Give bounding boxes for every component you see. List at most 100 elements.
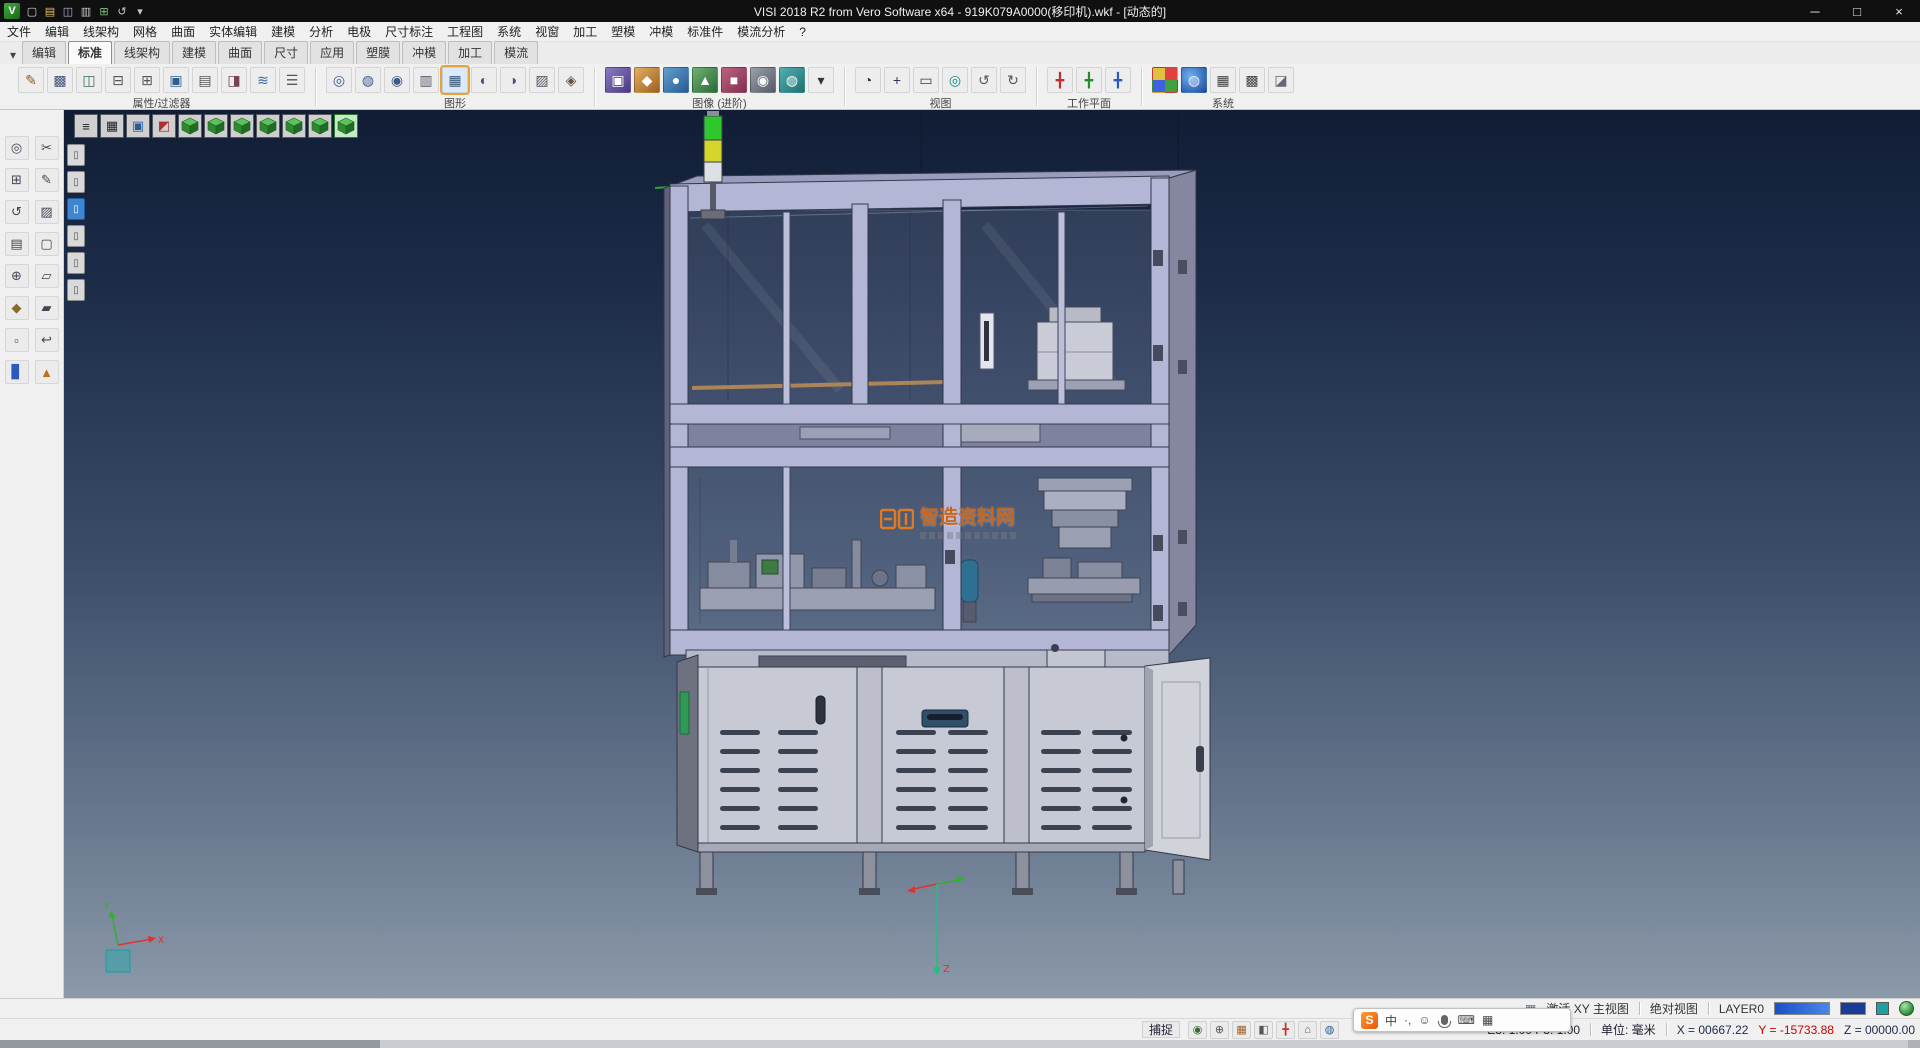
titlebar-quick-icon[interactable]: ▢ [23,5,41,18]
ribbon-tool-icon[interactable]: ▭ [913,67,939,93]
ribbon-tab[interactable]: 曲面 [218,41,262,64]
left-tool-icon[interactable]: ✂ [35,136,59,160]
iso-view-cube-button[interactable] [334,114,358,138]
ribbon-tool-icon[interactable]: ▲ [692,67,718,93]
menu-item[interactable]: 分析 [302,23,340,40]
ribbon-tab[interactable]: 标准 [68,41,112,64]
menu-item[interactable]: 建模 [264,23,302,40]
ribbon-tool-icon[interactable]: ◍ [779,67,805,93]
left-tool-icon[interactable]: ◆ [5,296,29,320]
ribbon-tab[interactable]: 塑膜 [356,41,400,64]
titlebar-quick-icon[interactable]: ⊞ [95,5,113,18]
tab-dropdown-caret-icon[interactable]: ▾ [4,48,22,64]
view-tool-button[interactable]: ▣ [126,114,150,138]
menu-item[interactable]: 电极 [340,23,378,40]
ribbon-tab[interactable]: 编辑 [22,41,66,64]
ribbon-tool-icon[interactable]: ▣ [163,67,189,93]
ribbon-tool-icon[interactable]: ✎ [18,67,44,93]
ribbon-tool-icon[interactable]: ⊞ [134,67,160,93]
iso-view-cube-button[interactable] [256,114,280,138]
ribbon-tool-icon[interactable]: ● [663,67,689,93]
ribbon-tool-icon[interactable]: ≋ [250,67,276,93]
ribbon-tab[interactable]: 尺寸 [264,41,308,64]
titlebar-quick-icon[interactable]: ▾ [131,5,149,18]
ribbon-tool-icon[interactable]: ▩ [47,67,73,93]
current-color-swatch[interactable] [1774,1002,1830,1015]
ribbon-tool-icon[interactable]: ▦ [1210,67,1236,93]
left-tool-icon[interactable]: ↩ [35,328,59,352]
ribbon-tool-icon[interactable]: ◨ [221,67,247,93]
menu-item[interactable]: 文件 [0,23,38,40]
left-tool-icon[interactable]: ↺ [5,200,29,224]
clipboard-mini-button[interactable]: ▯ [67,198,85,220]
menu-item[interactable]: ? [792,25,813,39]
ribbon-tool-icon[interactable]: ╋ [1047,67,1073,93]
viewport-3d[interactable]: ≡▦▣◩ ▯▯▯▯▯▯ [64,110,1920,998]
ribbon-tool-icon[interactable]: + [884,67,910,93]
maximize-button[interactable]: □ [1836,0,1878,22]
menu-item[interactable]: 编辑 [38,23,76,40]
open-door[interactable] [1145,658,1210,894]
ribbon-tool-icon[interactable]: ◍ [355,67,381,93]
base-cabinet[interactable] [677,644,1169,895]
menu-item[interactable]: 线架构 [76,23,126,40]
clipboard-mini-button[interactable]: ▯ [67,171,85,193]
status-icon[interactable]: ⊕ [1210,1021,1229,1039]
left-tool-icon[interactable]: ▰ [35,296,59,320]
layer-status[interactable]: LAYER0 [1719,1002,1764,1016]
status-icon[interactable]: ▦ [1232,1021,1251,1039]
view-tool-button[interactable]: ▦ [100,114,124,138]
view-mode-status[interactable]: 绝对视图 [1650,1000,1698,1017]
status-icon[interactable]: ◍ [1320,1021,1339,1039]
ribbon-tab[interactable]: 冲模 [402,41,446,64]
menu-item[interactable]: 实体编辑 [202,23,264,40]
view-tool-button[interactable]: ◩ [152,114,176,138]
menu-item[interactable]: 塑模 [604,23,642,40]
ribbon-tool-icon[interactable]: ◑ [500,67,526,93]
ribbon-tool-icon[interactable]: ◪ [1268,67,1294,93]
ribbon-tool-icon[interactable]: ◍ [1181,67,1207,93]
color-chip[interactable] [1876,1002,1889,1015]
left-tool-icon[interactable]: ✎ [35,168,59,192]
ribbon-tool-icon[interactable]: ▨ [529,67,555,93]
titlebar-quick-icon[interactable]: ◫ [59,5,77,18]
ribbon-tab[interactable]: 建模 [172,41,216,64]
ribbon-tool-icon[interactable]: ◐ [471,67,497,93]
keyboard-icon[interactable]: ⌨ [1458,1013,1475,1027]
ime-lang-toggle[interactable]: 中 [1385,1012,1397,1029]
minimize-button[interactable]: ─ [1794,0,1836,22]
left-tool-icon[interactable]: ▊ [5,360,29,384]
sogou-logo-icon[interactable]: S [1361,1012,1378,1029]
ribbon-tool-icon[interactable]: ╋ [1105,67,1131,93]
iso-view-cube-button[interactable] [178,114,202,138]
left-tool-icon[interactable]: ⊞ [5,168,29,192]
iso-view-cube-button[interactable] [230,114,254,138]
ribbon-tool-icon[interactable]: ◫ [76,67,102,93]
menu-item[interactable]: 标准件 [680,23,730,40]
ribbon-tool-icon[interactable]: ◔ [855,67,881,93]
ribbon-tab[interactable]: 线架构 [114,41,170,64]
snap-toggle[interactable]: 捕捉 [1142,1021,1180,1038]
menu-item[interactable]: 工程图 [440,23,490,40]
close-button[interactable]: × [1878,0,1920,22]
ribbon-tool-icon[interactable]: ▩ [1239,67,1265,93]
ribbon-tool-icon[interactable]: ▥ [413,67,439,93]
ribbon-tab[interactable]: 模流 [494,41,538,64]
toolbox-icon[interactable]: ▦ [1482,1013,1493,1027]
left-tool-icon[interactable]: ⊕ [5,264,29,288]
ribbon-tool-icon[interactable]: ⊟ [105,67,131,93]
iso-view-cube-button[interactable] [308,114,332,138]
ribbon-tool-icon[interactable]: ◉ [750,67,776,93]
ribbon-tool-icon[interactable]: ◆ [634,67,660,93]
render-sphere-icon[interactable] [1899,1001,1914,1016]
scrollbar-end[interactable] [1908,1040,1920,1048]
menu-item[interactable]: 曲面 [164,23,202,40]
scrollbar-thumb[interactable] [0,1040,380,1048]
iso-view-cube-button[interactable] [282,114,306,138]
left-tool-icon[interactable]: ▫ [5,328,29,352]
ribbon-tool-icon[interactable]: ▤ [192,67,218,93]
menu-item[interactable]: 尺寸标注 [378,23,440,40]
left-tool-icon[interactable]: ▨ [35,200,59,224]
left-tool-icon[interactable]: ▢ [35,232,59,256]
clipboard-mini-button[interactable]: ▯ [67,144,85,166]
